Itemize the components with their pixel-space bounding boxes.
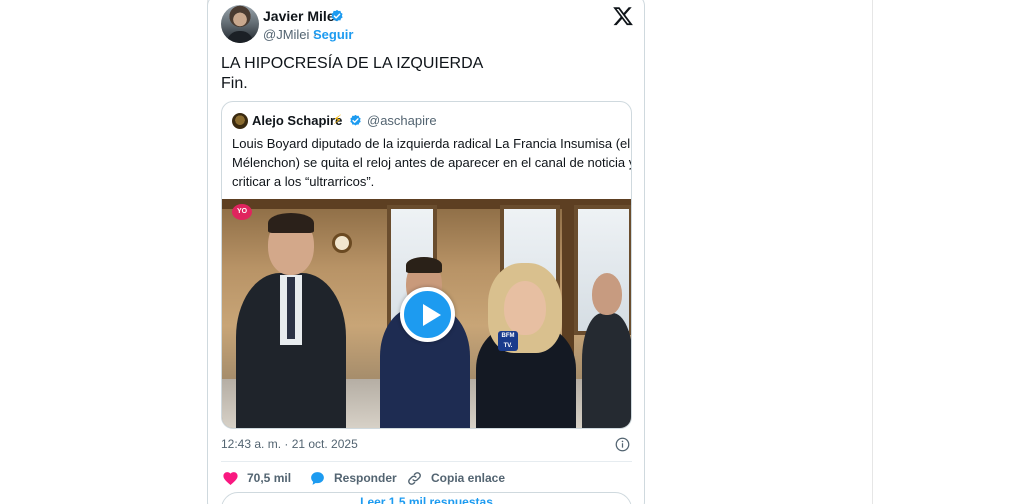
tweet-timestamp[interactable]: 12:43 a. m. · 21 oct. 2025 xyxy=(221,437,358,451)
like-button[interactable]: 70,5 mil xyxy=(222,469,291,487)
copy-link-button[interactable]: Copia enlace xyxy=(406,469,505,487)
person-reporter xyxy=(470,263,580,428)
microphone: BFM TV. xyxy=(498,331,518,351)
embedded-tweet: Javier Milei @JMilei · Seguir LA HIPOCRE… xyxy=(207,0,645,504)
link-icon xyxy=(408,471,421,485)
reply-button[interactable]: Responder xyxy=(309,469,397,487)
copy-link-label: Copia enlace xyxy=(431,471,506,485)
right-column-border xyxy=(872,0,873,504)
quoted-tweet[interactable]: Alejo Schapire ⚡ @aschapire Louis Boyard… xyxy=(221,101,632,429)
read-replies-button[interactable]: Leer 1,5 mil respuestas xyxy=(221,492,632,504)
tweet-text-line: LA HIPOCRESÍA DE LA IZQUIERDA xyxy=(221,55,484,72)
person-left xyxy=(236,213,346,428)
reply-label: Responder xyxy=(334,471,397,485)
tweet-text-line: Fin. xyxy=(221,75,248,92)
author-handle[interactable]: @JMilei · xyxy=(263,27,317,42)
author-name[interactable]: Javier Milei xyxy=(263,8,339,24)
video-thumbnail[interactable]: BFM TV. YO xyxy=(222,199,631,428)
divider xyxy=(221,461,632,462)
heart-icon xyxy=(223,471,238,485)
tweet-text: LA HIPOCRESÍA DE LA IZQUIERDA Fin. xyxy=(221,54,483,94)
verified-badge-icon xyxy=(350,114,361,126)
quote-author-name: Alejo Schapire xyxy=(252,113,343,128)
lightning-emoji: ⚡ xyxy=(333,112,343,127)
person-right xyxy=(582,273,631,428)
author-avatar[interactable] xyxy=(221,5,259,43)
speech-bubble-icon xyxy=(311,471,324,485)
quote-text-line: criticar a los “ultrarricos”. xyxy=(232,174,375,189)
x-logo-icon[interactable] xyxy=(612,5,634,27)
play-icon[interactable] xyxy=(400,287,455,342)
verified-badge-icon xyxy=(331,9,343,22)
info-icon[interactable] xyxy=(615,437,630,452)
quote-text-line: Louis Boyard diputado de la izquierda ra… xyxy=(232,136,632,151)
channel-badge: YO xyxy=(232,204,252,220)
author-handle-text[interactable]: @JMilei xyxy=(263,27,309,42)
quote-text: Louis Boyard diputado de la izquierda ra… xyxy=(232,134,632,191)
likes-count: 70,5 mil xyxy=(247,471,292,485)
quote-author-avatar xyxy=(232,113,248,129)
quote-text-line: Mélenchon) se quita el reloj antes de ap… xyxy=(232,155,632,170)
quote-author-handle: @aschapire xyxy=(367,113,437,128)
follow-button[interactable]: Seguir xyxy=(313,27,353,42)
person-center xyxy=(380,257,470,428)
